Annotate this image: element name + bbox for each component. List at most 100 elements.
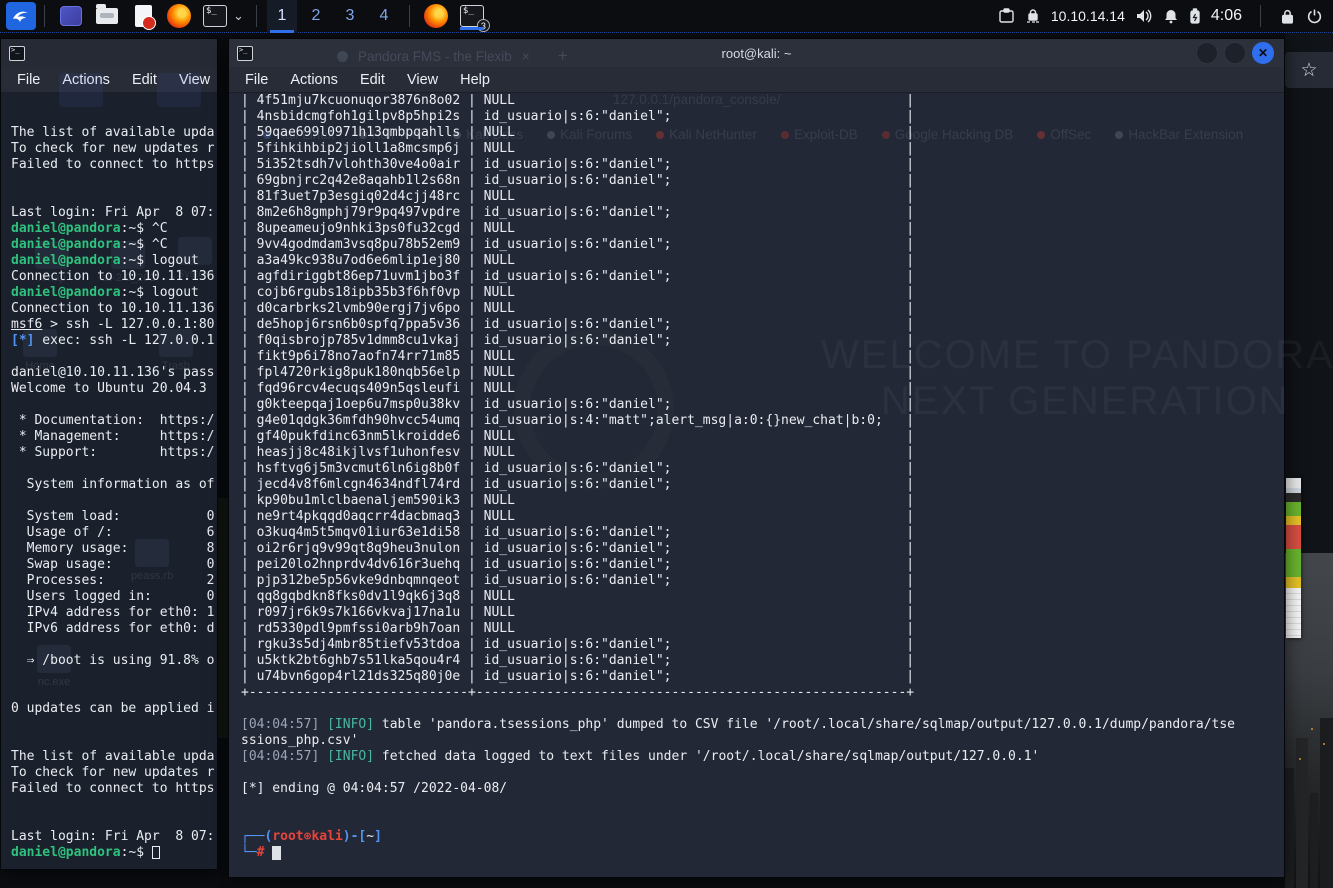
taskbar-separator bbox=[256, 5, 257, 27]
terminal-line: daniel@pandora:~$ bbox=[11, 845, 217, 861]
terminal-line: Memory usage: 8 bbox=[11, 541, 217, 557]
terminal-line: [04:04:57] [INFO] table 'pandora.tsessio… bbox=[241, 717, 1284, 733]
terminal-line: | oi2r6rjq9v99qt8q9heu3nulon | id_usuari… bbox=[241, 541, 1284, 557]
terminal-line bbox=[11, 189, 217, 205]
terminal-line: | pei20lo2hnprdv4dv616r3uehq | id_usuari… bbox=[241, 557, 1284, 573]
terminal-line: | 8m2e6h8gmphj79r9pq497vpdre | id_usuari… bbox=[241, 205, 1284, 221]
terminal-line: | 69gbnjrc2q42e8aqahb1l2s68n | id_usuari… bbox=[241, 173, 1284, 189]
terminal-line: [*] exec: ssh -L 127.0.0.1 bbox=[11, 333, 217, 349]
terminal-line: Last login: Fri Apr 8 07: bbox=[11, 205, 217, 221]
terminal-line: Connection to 10.10.11.136 bbox=[11, 269, 217, 285]
tab-favicon bbox=[337, 51, 348, 62]
terminal-line: | rgku3s5dj4mbr85tiefv53tdoa | id_usuari… bbox=[241, 637, 1284, 653]
workspace-2[interactable]: 2 bbox=[301, 0, 331, 33]
terminal-line: | jecd4v8f6mlcgn4634ndfl74rd | id_usuari… bbox=[241, 477, 1284, 493]
terminal-line: msf6 > ssh -L 127.0.0.1:80 bbox=[11, 317, 217, 333]
show-desktop-button[interactable] bbox=[56, 2, 86, 30]
terminal-line bbox=[241, 797, 1284, 813]
vpn-lock-icon[interactable] bbox=[1025, 8, 1041, 24]
minimize-button[interactable] bbox=[1196, 42, 1218, 64]
terminal-line bbox=[11, 461, 217, 477]
terminal-line: | 4nsbidcmgfoh1gilpv8p5hpi2s | id_usuari… bbox=[241, 109, 1284, 125]
file-manager-button[interactable] bbox=[92, 2, 122, 30]
terminal-line bbox=[241, 701, 1284, 717]
left-terminal-window: >_ FileActionsEditViewH The list of avai… bbox=[0, 38, 218, 870]
terminal-line: | kp90bu1mlclbaenaljem590ik3 | NULL | bbox=[241, 493, 1284, 509]
terminal-line: daniel@pandora:~$ ^C bbox=[11, 237, 217, 253]
terminal-icon: >_ bbox=[9, 46, 25, 61]
terminal-line: | r097jr6k9s7k166vkvaj17na1u | NULL | bbox=[241, 605, 1284, 621]
terminal-launcher-button[interactable]: $_ bbox=[200, 2, 230, 30]
taskbar-terminal-window-button[interactable]: $_ 3 bbox=[457, 2, 487, 30]
desktop: $_ ⌄ 1234 $_ 3 10.10.14.14 bbox=[0, 0, 1333, 888]
document-icon bbox=[135, 5, 152, 27]
taskbar: $_ ⌄ 1234 $_ 3 10.10.14.14 bbox=[0, 0, 1333, 33]
firefox-launcher-button[interactable] bbox=[164, 2, 194, 30]
terminal-line bbox=[241, 813, 1284, 829]
terminal-line: To check for new updates r bbox=[11, 765, 217, 781]
terminal-line: | 8upeameujo9nhki3ps0fu32cgd | NULL | bbox=[241, 221, 1284, 237]
main-terminal-output[interactable]: | 4f51mju7kcuonuqor3876n8o02 | NULL || 4… bbox=[229, 93, 1284, 861]
left-menu-edit[interactable]: Edit bbox=[132, 72, 157, 88]
left-terminal-titlebar[interactable]: >_ bbox=[1, 39, 217, 67]
terminal-line: Last login: Fri Apr 8 07: bbox=[11, 829, 217, 845]
chevron-down-icon[interactable]: ⌄ bbox=[233, 8, 244, 24]
left-terminal-output[interactable]: The list of available updaTo check for n… bbox=[1, 93, 217, 861]
terminal-line: | 4f51mju7kcuonuqor3876n8o02 | NULL | bbox=[241, 93, 1284, 109]
taskbar-firefox-window-button[interactable] bbox=[421, 2, 451, 30]
firefox-icon bbox=[167, 4, 191, 28]
workspace-switcher: 1234 bbox=[265, 0, 401, 33]
terminal-line bbox=[241, 765, 1284, 781]
terminal-line: Usage of /: 6 bbox=[11, 525, 217, 541]
kali-menu-button[interactable] bbox=[6, 2, 36, 30]
terminal-line: | qq8gqbdkn8fks0dv1l9qk6j3q8 | NULL | bbox=[241, 589, 1284, 605]
terminal-line bbox=[11, 797, 217, 813]
terminal-line: Processes: 2 bbox=[11, 573, 217, 589]
terminal-line bbox=[11, 669, 217, 685]
workspace-1[interactable]: 1 bbox=[267, 0, 297, 33]
terminal-line: | 59qae699l0971h13qmbpqahlls | NULL | bbox=[241, 125, 1284, 141]
terminal-line: * Documentation: https:/ bbox=[11, 413, 217, 429]
clock-label[interactable]: 4:06 bbox=[1211, 7, 1242, 25]
battery-icon[interactable] bbox=[1189, 8, 1201, 24]
workspace-4[interactable]: 4 bbox=[369, 0, 399, 33]
terminal-line: | g4e01qdgk36mfdh90hvcc54umq | id_usuari… bbox=[241, 413, 1284, 429]
clipboard-icon[interactable] bbox=[998, 8, 1015, 24]
terminal-line bbox=[11, 637, 217, 653]
volume-icon[interactable] bbox=[1135, 8, 1153, 24]
terminal-line: Failed to connect to https bbox=[11, 157, 217, 173]
terminal-line: ⇒ /boot is using 91.8% o bbox=[11, 653, 217, 669]
terminal-line: IPv6 address for eth0: d bbox=[11, 621, 217, 637]
workspace-3[interactable]: 3 bbox=[335, 0, 365, 33]
lock-screen-icon[interactable] bbox=[1279, 8, 1296, 25]
terminal-line: daniel@pandora:~$ ^C bbox=[11, 221, 217, 237]
terminal-line: The list of available upda bbox=[11, 749, 217, 765]
main-menu-view[interactable]: View bbox=[407, 72, 438, 88]
maximize-button[interactable] bbox=[1224, 42, 1246, 64]
terminal-line: | gf40pukfdinc63nm5lkroidde6 | NULL | bbox=[241, 429, 1284, 445]
main-menu-file[interactable]: File bbox=[245, 72, 268, 88]
close-button[interactable]: ✕ bbox=[1252, 42, 1274, 64]
terminal-line: | 81f3uet7p3esgiq02d4cjj48rc | NULL | bbox=[241, 189, 1284, 205]
notifications-bell-icon[interactable] bbox=[1163, 8, 1179, 24]
terminal-line: ┌──(root⊛kali)-[~] bbox=[241, 829, 1284, 845]
main-menu-help[interactable]: Help bbox=[460, 72, 490, 88]
terminal-line: Swap usage: 0 bbox=[11, 557, 217, 573]
main-menu-edit[interactable]: Edit bbox=[360, 72, 385, 88]
ghost-browser-tab: Pandora FMS - the Flexib × + bbox=[337, 46, 568, 66]
page-thumbnail bbox=[1286, 478, 1301, 638]
terminal-line: daniel@10.10.11.136's pass bbox=[11, 365, 217, 381]
terminal-line: | fqd96rcv4ecuqs409n5qsleufi | NULL | bbox=[241, 381, 1284, 397]
terminal-line: | fikt9p6i78no7aofn74rr71m85 | NULL | bbox=[241, 349, 1284, 365]
terminal-line bbox=[11, 717, 217, 733]
bookmark-star-button[interactable]: ☆ bbox=[1285, 52, 1333, 88]
main-terminal-window: Pandora FMS - the Flexib × + 127.0.0.1/p… bbox=[228, 38, 1285, 878]
left-menu-file[interactable]: File bbox=[17, 72, 40, 88]
main-menu-actions[interactable]: Actions bbox=[290, 72, 338, 88]
power-icon[interactable] bbox=[1306, 8, 1323, 25]
background-right-strip: ☆ bbox=[1285, 33, 1333, 888]
text-editor-button[interactable] bbox=[128, 2, 158, 30]
terminal-line: 0 updates can be applied i bbox=[11, 701, 217, 717]
terminal-line: [04:04:57] [INFO] fetched data logged to… bbox=[241, 749, 1284, 765]
desktop-gap bbox=[218, 38, 228, 888]
